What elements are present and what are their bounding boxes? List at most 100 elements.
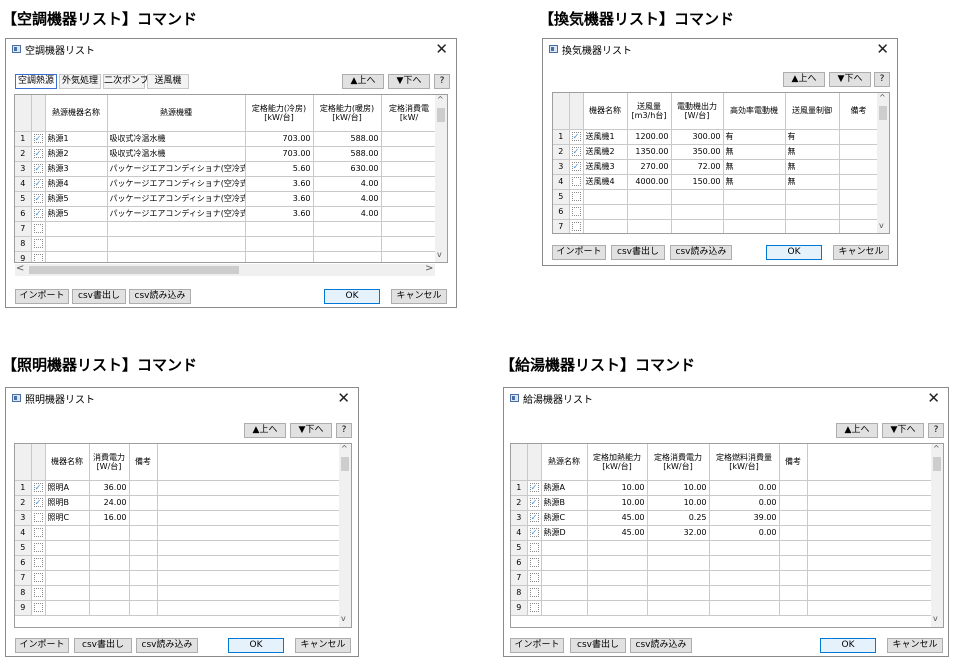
row-checkbox[interactable] [31, 251, 46, 262]
table-cell[interactable] [541, 600, 588, 616]
table-cell[interactable] [245, 236, 314, 252]
checkbox[interactable] [33, 603, 43, 612]
table-cell[interactable]: 45.00 [587, 525, 648, 541]
row-checkbox[interactable] [569, 174, 584, 190]
ok-button[interactable]: OK [228, 638, 284, 653]
row-checkbox[interactable] [569, 204, 584, 220]
row-checkbox[interactable]: ✓ [527, 510, 542, 526]
table-cell[interactable] [107, 221, 246, 237]
table-cell[interactable] [129, 555, 158, 571]
table-cell[interactable]: 熱源4 [45, 176, 108, 192]
table-cell[interactable]: 無 [723, 159, 786, 175]
col-header[interactable]: 定格消費電 [kW/ [381, 95, 438, 132]
table-row[interactable]: 6 ✓ 熱源5 パッケージエアコンディショナ(空冷式) 3.60 4.00 [15, 206, 438, 222]
table-cell[interactable] [779, 495, 808, 511]
csv-import-button[interactable]: csv読み込み [670, 245, 732, 260]
table-cell[interactable]: 照明A [45, 480, 90, 496]
row-checkbox[interactable] [569, 189, 584, 205]
row-checkbox[interactable]: ✓ [31, 480, 46, 496]
ok-button[interactable]: OK [820, 638, 876, 653]
table-cell[interactable]: 588.00 [313, 131, 382, 147]
table-cell[interactable] [381, 191, 438, 207]
help-button[interactable]: ? [434, 74, 450, 89]
table-row[interactable]: 7 [15, 570, 339, 586]
table-cell[interactable] [587, 585, 648, 601]
table-cell[interactable]: 熱源5 [45, 191, 108, 207]
table-cell[interactable]: パッケージエアコンディショナ(空冷式) [107, 206, 246, 222]
table-row[interactable]: 5 [511, 540, 931, 556]
table-cell[interactable]: 熱源A [541, 480, 588, 496]
table-cell[interactable] [89, 585, 130, 601]
col-header[interactable]: 機器名称 [45, 444, 90, 481]
table-cell[interactable]: 630.00 [313, 161, 382, 177]
table-cell[interactable] [583, 219, 628, 233]
table-cell[interactable]: 無 [785, 144, 840, 160]
checkbox[interactable] [571, 222, 581, 231]
table-cell[interactable] [381, 236, 438, 252]
vertical-scrollbar[interactable]: ^ v [931, 444, 943, 627]
checkbox[interactable]: ✓ [33, 149, 43, 158]
csv-export-button[interactable]: csv書出し [72, 289, 126, 304]
table-cell[interactable]: 照明B [45, 495, 90, 511]
col-header[interactable]: 熱源名称 [541, 444, 588, 481]
col-header[interactable]: 高効率電動機 [723, 93, 786, 130]
table-cell[interactable] [541, 570, 588, 586]
row-checkbox[interactable] [31, 510, 46, 526]
table-cell[interactable] [157, 525, 339, 541]
col-header[interactable]: 消費電力 [W/台] [89, 444, 130, 481]
col-header[interactable]: 定格能力(暖房) [kW/台] [313, 95, 382, 132]
table-row[interactable]: 5 ✓ 熱源5 パッケージエアコンディショナ(空冷式) 3.60 4.00 [15, 191, 438, 207]
tab-secondary-pump[interactable]: 二次ポンプ [103, 74, 149, 89]
table-cell[interactable] [807, 510, 931, 526]
table-cell[interactable] [381, 206, 438, 222]
checkbox[interactable] [571, 207, 581, 216]
checkbox[interactable] [529, 588, 539, 597]
table-cell[interactable] [709, 600, 780, 616]
table-cell[interactable]: 熱源5 [45, 206, 108, 222]
table-cell[interactable] [779, 600, 808, 616]
table-cell[interactable]: 有 [785, 129, 840, 145]
table-cell[interactable]: 無 [785, 174, 840, 190]
checkbox[interactable] [33, 513, 43, 522]
table-cell[interactable]: 無 [723, 174, 786, 190]
table-cell[interactable]: 送風機3 [583, 159, 628, 175]
table-row[interactable]: 8 [511, 585, 931, 601]
csv-import-button[interactable]: csv読み込み [136, 638, 198, 653]
table-cell[interactable] [671, 189, 724, 205]
checkbox[interactable] [33, 573, 43, 582]
table-cell[interactable] [587, 540, 648, 556]
table-cell[interactable] [839, 159, 879, 175]
row-checkbox[interactable] [31, 570, 46, 586]
row-checkbox[interactable] [569, 219, 584, 233]
table-cell[interactable] [157, 585, 339, 601]
table-cell[interactable]: 無 [785, 159, 840, 175]
table-cell[interactable] [839, 189, 879, 205]
table-row[interactable]: 4 ✓ 熱源4 パッケージエアコンディショナ(空冷式) 3.60 4.00 [15, 176, 438, 192]
h-scroll-thumb[interactable] [29, 266, 239, 274]
table-cell[interactable] [381, 161, 438, 177]
table-row[interactable]: 8 [15, 236, 438, 252]
table-cell[interactable]: 36.00 [89, 480, 130, 496]
table-row[interactable]: 9 [15, 600, 339, 616]
table-cell[interactable]: 10.00 [587, 495, 648, 511]
table-cell[interactable] [89, 525, 130, 541]
table-cell[interactable]: 4.00 [313, 191, 382, 207]
table-cell[interactable] [129, 600, 158, 616]
table-cell[interactable] [129, 570, 158, 586]
table-cell[interactable] [541, 555, 588, 571]
table-cell[interactable]: 24.00 [89, 495, 130, 511]
col-header[interactable]: 定格加熱能力 [kW/台] [587, 444, 648, 481]
checkbox[interactable]: ✓ [33, 209, 43, 218]
csv-export-button[interactable]: csv書出し [74, 638, 132, 653]
table-cell[interactable] [709, 555, 780, 571]
col-header[interactable]: 電動機出力 [W/台] [671, 93, 724, 130]
table-cell[interactable] [807, 600, 931, 616]
csv-import-button[interactable]: csv読み込み [129, 289, 191, 304]
table-cell[interactable] [779, 510, 808, 526]
row-checkbox[interactable]: ✓ [527, 495, 542, 511]
col-header[interactable]: 備考 [779, 444, 808, 481]
table-row[interactable]: 3 ✓ 熱源C 45.00 0.25 39.00 [511, 510, 931, 526]
col-header[interactable]: 定格能力(冷房) [kW/台] [245, 95, 314, 132]
table-cell[interactable]: 72.00 [671, 159, 724, 175]
checkbox[interactable] [33, 588, 43, 597]
